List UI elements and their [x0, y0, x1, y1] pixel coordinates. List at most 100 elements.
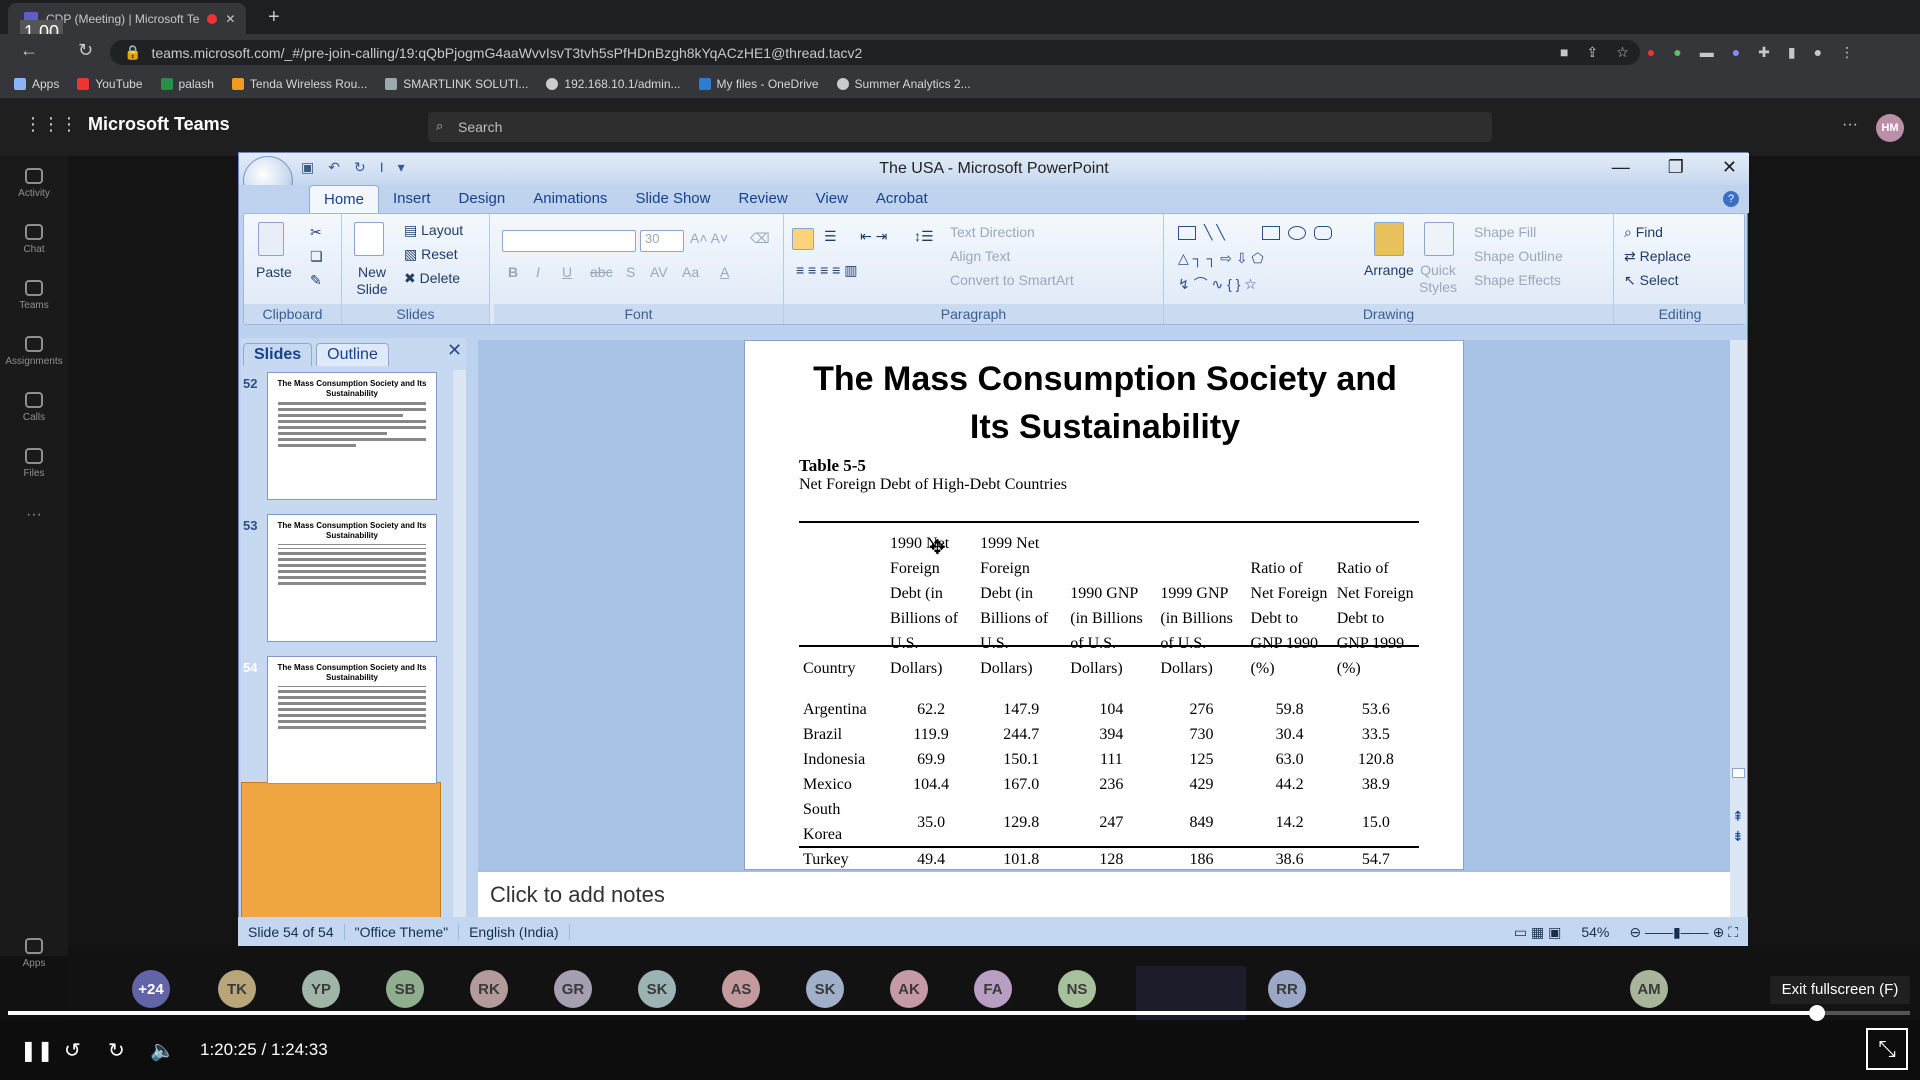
copy-icon[interactable]: ❏: [310, 248, 323, 265]
save-icon[interactable]: ▣: [301, 159, 314, 176]
participant-avatar[interactable]: GR: [554, 970, 592, 1008]
spacing-icon[interactable]: AV: [650, 264, 668, 280]
participant-avatar[interactable]: RK: [470, 970, 508, 1008]
bookmark-youtube[interactable]: YouTube: [77, 77, 143, 91]
notes-scrollbar[interactable]: [1730, 870, 1747, 918]
quick-styles-icon[interactable]: [1424, 222, 1454, 256]
url-input[interactable]: 🔒 teams.microsoft.com/_#/pre-join-calling…: [110, 40, 1640, 65]
scroll-thumb[interactable]: [1732, 768, 1745, 778]
line-shape-icon[interactable]: ╲ ╲: [1204, 224, 1225, 241]
bookmark-tenda[interactable]: Tenda Wireless Rou...: [231, 77, 367, 91]
italic-qat-icon[interactable]: I: [380, 159, 384, 176]
forward-10-icon[interactable]: ↻: [108, 1038, 125, 1063]
shape-outline-button[interactable]: Shape Outline: [1474, 248, 1563, 264]
prev-next-slide-icons[interactable]: ⇞ ⇟: [1732, 806, 1744, 846]
participant-avatar[interactable]: FA: [974, 970, 1012, 1008]
participant-avatar[interactable]: AS: [722, 970, 760, 1008]
slide-thumb-53[interactable]: The Mass Consumption Society and Its Sus…: [267, 514, 437, 642]
tab-slide-show[interactable]: Slide Show: [621, 185, 724, 213]
share-icon[interactable]: ⇪: [1586, 44, 1598, 61]
font-name-input[interactable]: [502, 230, 636, 252]
extension-icon[interactable]: ●: [1732, 44, 1740, 61]
layout-button[interactable]: ▤ Layout: [404, 222, 463, 239]
bookmark-onedrive[interactable]: My files - OneDrive: [698, 77, 819, 91]
paste-button[interactable]: Paste: [256, 264, 292, 280]
progress-knob[interactable]: [1808, 1005, 1825, 1021]
app-launcher-icon[interactable]: ⋮⋮⋮: [24, 114, 78, 135]
tab-animations[interactable]: Animations: [519, 185, 621, 213]
find-button[interactable]: ⌕ Find: [1624, 224, 1663, 241]
rail-apps[interactable]: Apps: [0, 938, 68, 969]
rail-files[interactable]: Files: [0, 448, 68, 479]
format-painter-icon[interactable]: ✎: [310, 272, 322, 289]
overflow-participants[interactable]: +24: [132, 970, 170, 1008]
bullets-icon[interactable]: [792, 228, 814, 250]
puzzle-icon[interactable]: ✚: [1758, 44, 1770, 61]
volume-icon[interactable]: 🔈: [150, 1038, 175, 1063]
shapes-row-2-icons[interactable]: △ ┐ ┐ ⇨ ⇩ ⬠: [1178, 250, 1264, 267]
tab-review[interactable]: Review: [724, 185, 801, 213]
rail-chat[interactable]: Chat: [0, 224, 68, 255]
tab-design[interactable]: Design: [445, 185, 520, 213]
shapes-row-3-icons[interactable]: ↯ ⌒ ∿ { } ☆: [1178, 274, 1257, 294]
star-icon[interactable]: ☆: [1616, 44, 1629, 61]
rounded-rect-shape-icon[interactable]: [1314, 226, 1332, 240]
font-color-icon[interactable]: A: [720, 264, 729, 280]
bookmark-palash[interactable]: palash: [160, 77, 214, 91]
select-button[interactable]: ↖ Select: [1624, 272, 1679, 289]
redo-icon[interactable]: ↻: [354, 159, 366, 176]
rail-activity[interactable]: Activity: [0, 168, 68, 199]
rail-calls[interactable]: Calls: [0, 392, 68, 423]
participant-avatar[interactable]: AM: [1630, 970, 1668, 1008]
new-slide-icon[interactable]: [354, 222, 384, 256]
participant-avatar[interactable]: NS: [1058, 970, 1096, 1008]
view-icons[interactable]: ▭ ▦ ▣: [1504, 924, 1571, 941]
oval-shape-icon[interactable]: [1288, 226, 1306, 240]
search-input[interactable]: Search: [428, 112, 1492, 142]
participant-avatar[interactable]: SB: [386, 970, 424, 1008]
participant-avatar[interactable]: RR: [1268, 970, 1306, 1008]
align-icons[interactable]: ≡ ≡ ≡ ≡ ▥: [796, 262, 857, 279]
zoom-level[interactable]: 54%: [1571, 924, 1619, 940]
bookmark-apps[interactable]: Apps: [14, 77, 59, 91]
zoom-slider[interactable]: ⊖ ——▮—— ⊕ ⛶: [1619, 924, 1748, 941]
undo-icon[interactable]: ↶: [328, 159, 340, 176]
profile-icon[interactable]: ●: [1814, 44, 1822, 61]
rectangle-shape-icon[interactable]: [1262, 226, 1280, 240]
bold-icon[interactable]: B: [508, 264, 518, 280]
tab-insert[interactable]: Insert: [379, 185, 445, 213]
restore-icon[interactable]: ❐: [1668, 157, 1684, 178]
participant-avatar[interactable]: SK: [638, 970, 676, 1008]
back-icon[interactable]: ←: [20, 40, 38, 61]
help-icon[interactable]: ?: [1723, 191, 1739, 207]
shape-effects-button[interactable]: Shape Effects: [1474, 272, 1561, 288]
exit-fullscreen-button[interactable]: ⤡: [1866, 1028, 1908, 1070]
underline-icon[interactable]: U: [562, 264, 572, 280]
rail-teams[interactable]: Teams: [0, 280, 68, 311]
pane-scrollbar[interactable]: [453, 370, 466, 924]
rewind-10-icon[interactable]: ↺: [64, 1038, 81, 1063]
shape-fill-button[interactable]: Shape Fill: [1474, 224, 1536, 240]
textbox-shape-icon[interactable]: [1178, 226, 1196, 240]
numbering-icon[interactable]: ☰: [824, 228, 837, 245]
cut-icon[interactable]: ✂: [310, 224, 322, 241]
user-avatar[interactable]: HM: [1876, 114, 1904, 142]
align-text-button[interactable]: Align Text: [950, 248, 1010, 264]
bookmark-summer-analytics[interactable]: Summer Analytics 2...: [836, 77, 971, 91]
minimize-icon[interactable]: —: [1612, 157, 1630, 178]
grow-font-icon[interactable]: A˄ A˅: [690, 230, 728, 246]
new-tab-button[interactable]: +: [268, 6, 280, 29]
notes-field[interactable]: Click to add notes: [478, 870, 1730, 918]
sidebar-icon[interactable]: ▮: [1788, 44, 1796, 61]
delete-button[interactable]: ✖ Delete: [404, 270, 460, 287]
close-pane-icon[interactable]: ✕: [447, 340, 462, 361]
convert-smartart-button[interactable]: Convert to SmartArt: [950, 272, 1074, 288]
more-options-icon[interactable]: ···: [1842, 116, 1858, 134]
rail-assignments[interactable]: Assignments: [0, 336, 68, 367]
shadow-icon[interactable]: S: [626, 264, 635, 280]
bookmark-smartlink[interactable]: SMARTLINK SOLUTI...: [385, 77, 528, 91]
tab-home[interactable]: Home: [309, 185, 380, 213]
slide-scrollbar[interactable]: [1730, 340, 1747, 870]
camera-icon[interactable]: ■: [1560, 44, 1568, 61]
tab-outline[interactable]: Outline: [316, 343, 389, 366]
